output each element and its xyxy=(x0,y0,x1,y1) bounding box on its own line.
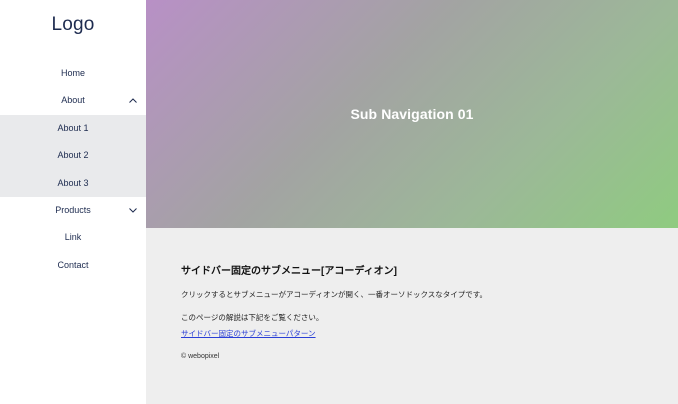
note-text: このページの解説は下記をご覧ください。 xyxy=(181,313,324,322)
sidebar-subitem-label: About 1 xyxy=(57,122,89,133)
sidebar-item-label: About xyxy=(61,95,85,106)
sidebar-item-contact[interactable]: Contact xyxy=(0,252,146,279)
sidebar-subitem-about-2[interactable]: About 2 xyxy=(0,142,146,169)
copyright-text: © webopixel xyxy=(181,353,220,360)
logo[interactable]: Logo xyxy=(0,14,146,36)
submenu-list: About 1 About 2 About 3 xyxy=(0,114,146,197)
page: Logo Home About About 1 About 2 About 3 … xyxy=(0,0,678,404)
sidebar-subitem-label: About 3 xyxy=(57,177,89,188)
sidebar-nav: Home About About 1 About 2 About 3 Produ… xyxy=(0,60,146,279)
page-title: サイドバー固定のサブメニュー[アコーディオン] xyxy=(181,266,397,277)
sidebar-subitem-about-1[interactable]: About 1 xyxy=(0,115,146,142)
sidebar-item-label: Products xyxy=(55,204,91,215)
hero-banner: Sub Navigation 01 xyxy=(146,0,678,228)
sidebar-item-label: Contact xyxy=(57,259,89,270)
sidebar: Logo Home About About 1 About 2 About 3 … xyxy=(0,0,146,404)
main-content: サイドバー固定のサブメニュー[アコーディオン] クリックするとサブメニューがアコ… xyxy=(146,228,678,404)
sidebar-item-products[interactable]: Products xyxy=(0,197,146,224)
sidebar-item-label: Link xyxy=(64,232,82,243)
sidebar-item-link[interactable]: Link xyxy=(0,224,146,251)
sidebar-item-home[interactable]: Home xyxy=(0,60,146,87)
explanation-link[interactable]: サイドバー固定のサブメニューパターン xyxy=(181,328,316,339)
content-body: サイドバー固定のサブメニュー[アコーディオン] クリックするとサブメニューがアコ… xyxy=(181,262,661,360)
chevron-down-icon[interactable] xyxy=(128,197,138,224)
chevron-up-icon[interactable] xyxy=(128,87,138,114)
sidebar-subitem-about-3[interactable]: About 3 xyxy=(0,170,146,197)
sidebar-item-label: Home xyxy=(60,68,85,78)
submenu-about: About 1 About 2 About 3 xyxy=(0,114,146,197)
hero-title: Sub Navigation 01 xyxy=(350,106,474,122)
sidebar-subitem-label: About 2 xyxy=(57,150,89,161)
description-text: クリックするとサブメニューがアコーディオンが開く、一番オーソドックスなタイプです… xyxy=(181,290,487,299)
sidebar-item-about[interactable]: About xyxy=(0,87,146,114)
